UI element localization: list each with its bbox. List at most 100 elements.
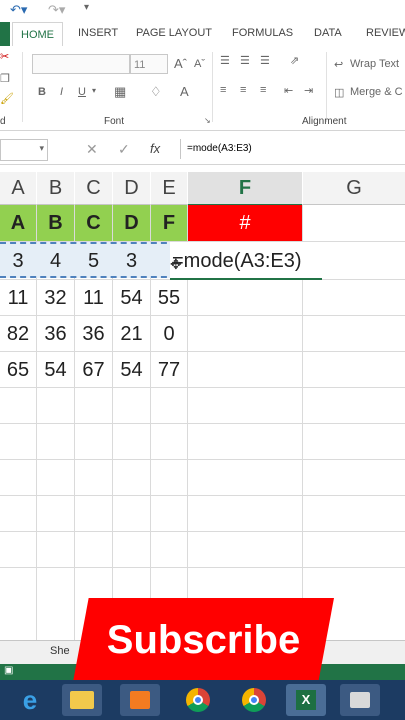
header-cell-result[interactable]: # [188,205,302,241]
cell[interactable]: 4 [37,242,74,280]
align-top-icon[interactable]: ☰ [220,54,230,67]
file-explorer-icon[interactable] [62,684,102,716]
column-header-b[interactable]: B [37,172,74,205]
cell[interactable]: 32 [37,280,74,316]
align-left-icon[interactable]: ≡ [220,84,226,96]
merge-icon[interactable]: ◫ [334,86,344,99]
italic-icon[interactable]: I [60,86,63,98]
align-middle-icon[interactable]: ☰ [240,54,250,67]
wrap-text-button[interactable]: Wrap Text [350,58,399,70]
font-size-value: 11 [134,59,146,71]
orientation-icon[interactable]: ⇗ [290,54,299,67]
column-header-g[interactable]: G [303,172,405,205]
header-cell[interactable]: D [113,205,150,241]
header-cell[interactable]: C [75,205,112,241]
name-box[interactable]: ▾ [0,139,48,161]
move-cursor-icon: ✥ [170,256,182,272]
cell[interactable]: 65 [0,352,36,388]
tab-data[interactable]: DATA [314,27,342,39]
tab-page-layout[interactable]: PAGE LAYOUT [136,27,212,39]
cell[interactable]: 36 [75,316,112,352]
cell[interactable]: 54 [113,352,150,388]
decrease-indent-icon[interactable]: ⇤ [284,84,293,97]
active-cell[interactable]: =mode(A3:E3) [170,242,322,280]
cell[interactable]: 82 [0,316,36,352]
column-header-a[interactable]: A [0,172,36,205]
excel-icon[interactable]: X [286,684,326,716]
copy-icon[interactable]: ❐ [0,72,10,85]
bold-icon[interactable]: B [38,86,46,98]
fill-color-icon[interactable]: ♢ [150,84,162,100]
underline-dropdown-icon[interactable]: ▾ [92,86,96,95]
customize-qat-icon[interactable]: ▾ [84,2,89,13]
column-header-f[interactable]: F [188,172,302,206]
align-center-icon[interactable]: ≡ [240,84,246,96]
divider [22,52,23,122]
cell[interactable]: 11 [0,280,36,316]
cell[interactable]: 11 [75,280,112,316]
cancel-entry-icon[interactable]: ✕ [86,141,98,158]
subscribe-banner[interactable]: Subscribe [73,598,334,682]
gridline [0,423,405,424]
borders-icon[interactable]: ▦ [114,84,126,100]
align-right-icon[interactable]: ≡ [260,84,266,96]
format-painter-icon[interactable]: 🖌 [0,92,14,105]
sheet-tab[interactable]: She [50,645,70,657]
tab-formulas[interactable]: FORMULAS [232,27,293,39]
confirm-entry-icon[interactable]: ✓ [118,141,130,158]
grow-font-icon[interactable]: Aˆ [174,56,187,71]
font-group-label: Font [104,116,125,127]
font-dialog-launcher-icon[interactable]: ↘ [204,116,211,125]
tab-file-partial[interactable] [0,22,10,46]
font-name-dropdown[interactable] [32,54,130,74]
cell[interactable]: 54 [37,352,74,388]
undo-icon[interactable]: ↶▾ [10,2,27,18]
cell[interactable]: 3 [0,242,36,280]
cell[interactable]: 77 [151,352,187,388]
formula-input[interactable]: =mode(A3:E3) [180,139,405,159]
cell[interactable]: 54 [113,280,150,316]
cut-icon[interactable]: ✂ [0,50,9,63]
cell[interactable]: 3 [113,242,150,280]
tab-home[interactable]: HOME [12,22,63,48]
align-bottom-icon[interactable]: ☰ [260,54,270,67]
cell[interactable]: 21 [113,316,150,352]
gridline [0,495,405,496]
tab-review[interactable]: REVIEW [366,27,405,39]
column-header-d[interactable]: D [113,172,150,205]
merge-center-button[interactable]: Merge & C [350,86,403,98]
increase-indent-icon[interactable]: ⇥ [304,84,313,97]
cell[interactable]: 5 [75,242,112,280]
cell[interactable]: 67 [75,352,112,388]
cell[interactable]: 0 [151,316,187,352]
ready-status-icon: ▣ [4,665,14,676]
divider [212,52,213,122]
chevron-down-icon[interactable]: ▾ [39,143,44,154]
taskbar: e X [0,680,405,720]
shrink-font-icon[interactable]: Aˇ [194,58,205,70]
ribbon-home: ✂ ❐ 🖌 d 11 Aˆ Aˇ B I U ▾ ▦ ♢ A Font ↘ ☰ … [0,46,405,131]
divider [326,52,327,122]
insert-function-button[interactable]: fx [150,141,160,156]
wrap-text-icon[interactable]: ↩ [334,58,343,71]
font-size-dropdown[interactable]: 11 [130,54,168,74]
quick-access-toolbar: ↶▾ ↷▾ ▾ [0,0,405,22]
tab-insert[interactable]: INSERT [78,27,118,39]
media-player-icon[interactable] [120,684,160,716]
cell[interactable]: 55 [151,280,187,316]
gridline [0,459,405,460]
header-cell[interactable]: F [151,205,187,241]
header-cell[interactable]: B [37,205,74,241]
column-header-c[interactable]: C [75,172,112,205]
underline-icon[interactable]: U [78,86,86,98]
header-cell[interactable]: A [0,205,36,241]
font-color-icon[interactable]: A [180,84,189,99]
column-header-e[interactable]: E [151,172,187,205]
cell[interactable]: 36 [37,316,74,352]
video-app-icon[interactable] [340,684,380,716]
chrome-icon[interactable] [178,684,218,716]
formula-bar: ▾ ✕ ✓ fx =mode(A3:E3) [0,136,405,165]
chrome-icon-second[interactable] [234,684,274,716]
redo-icon[interactable]: ↷▾ [48,2,65,18]
ie-icon[interactable]: e [10,684,50,716]
